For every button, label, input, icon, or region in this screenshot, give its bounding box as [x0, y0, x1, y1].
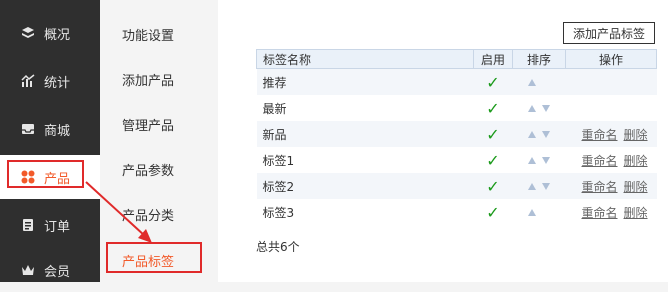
sidebar-item-label: 会员: [44, 264, 71, 280]
subnav-item-product-params[interactable]: 产品参数: [122, 160, 174, 179]
rename-link[interactable]: 重命名: [582, 128, 618, 142]
arrow-down-icon[interactable]: [542, 131, 550, 138]
arrow-up-icon[interactable]: [528, 157, 536, 164]
table-row: 最新 ✓: [256, 95, 657, 121]
inbox-icon: [20, 121, 36, 137]
arrow-up-icon[interactable]: [528, 79, 536, 86]
annotation-highlight-box: [7, 160, 84, 188]
column-header-actions: 操作: [565, 49, 657, 69]
tag-name: 推荐: [256, 68, 474, 95]
tag-name: 标签2: [256, 173, 474, 199]
sidebar-item-stats[interactable]: 统计: [0, 59, 100, 103]
subnav-item-manage-products[interactable]: 管理产品: [122, 115, 174, 134]
tag-name: 新品: [256, 121, 474, 147]
sidebar-item-label: 概况: [44, 27, 71, 43]
delete-link[interactable]: 删除: [624, 180, 648, 194]
delete-link[interactable]: 删除: [624, 206, 648, 220]
tag-name: 标签1: [256, 147, 474, 173]
arrow-down-icon[interactable]: [542, 183, 550, 190]
delete-link[interactable]: 删除: [624, 154, 648, 168]
table-header-row: 标签名称 启用 排序 操作: [256, 49, 657, 69]
delete-link[interactable]: 删除: [624, 128, 648, 142]
clipboard-icon: [20, 217, 36, 233]
sidebar-item-overview[interactable]: 概况: [0, 11, 100, 55]
column-header-name: 标签名称: [256, 49, 474, 69]
column-header-sort: 排序: [512, 49, 566, 69]
check-icon[interactable]: ✓: [486, 151, 499, 170]
column-header-enabled: 启用: [473, 49, 513, 69]
subnav: 功能设置 添加产品 管理产品 产品参数 产品分类 产品标签: [100, 0, 218, 282]
arrow-up-icon[interactable]: [528, 209, 536, 216]
sidebar: 概况 统计 商城 产品 订单 会员: [0, 0, 100, 282]
check-icon[interactable]: ✓: [486, 203, 499, 222]
tags-table: 标签名称 启用 排序 操作 推荐 ✓ 最新 ✓ 新品 ✓ 重命名 删除 标签1 ✓: [256, 49, 657, 225]
rename-link[interactable]: 重命名: [582, 206, 618, 220]
subnav-item-add-product[interactable]: 添加产品: [122, 70, 174, 89]
sidebar-item-label: 订单: [44, 219, 71, 235]
arrow-up-icon[interactable]: [528, 105, 536, 112]
arrow-down-icon[interactable]: [542, 157, 550, 164]
annotation-highlight-box: [106, 242, 202, 273]
table-row: 标签3 ✓ 重命名 删除: [256, 199, 657, 225]
check-icon[interactable]: ✓: [486, 99, 499, 118]
sidebar-item-orders[interactable]: 订单: [0, 203, 100, 247]
table-row: 标签1 ✓ 重命名 删除: [256, 147, 657, 173]
arrow-up-icon[interactable]: [528, 131, 536, 138]
rename-link[interactable]: 重命名: [582, 180, 618, 194]
table-row: 推荐 ✓: [256, 68, 657, 95]
check-icon[interactable]: ✓: [486, 177, 499, 196]
subnav-item-settings[interactable]: 功能设置: [122, 25, 174, 44]
sidebar-item-members[interactable]: 会员: [0, 248, 100, 292]
add-tag-button[interactable]: 添加产品标签: [563, 22, 655, 44]
tag-name: 最新: [256, 95, 474, 121]
layers-icon: [20, 25, 36, 41]
tag-name: 标签3: [256, 199, 474, 225]
chart-icon: [20, 73, 36, 89]
arrow-down-icon[interactable]: [542, 105, 550, 112]
crown-icon: [20, 262, 36, 278]
check-icon[interactable]: ✓: [486, 73, 499, 92]
table-row: 标签2 ✓ 重命名 删除: [256, 173, 657, 199]
subnav-item-product-categories[interactable]: 产品分类: [122, 205, 174, 224]
check-icon[interactable]: ✓: [486, 125, 499, 144]
sidebar-item-label: 商城: [44, 123, 71, 139]
rename-link[interactable]: 重命名: [582, 154, 618, 168]
sidebar-item-mall[interactable]: 商城: [0, 107, 100, 151]
total-count: 总共6个: [256, 240, 300, 254]
sidebar-item-label: 统计: [44, 75, 71, 91]
arrow-up-icon[interactable]: [528, 183, 536, 190]
table-row: 新品 ✓ 重命名 删除: [256, 121, 657, 147]
